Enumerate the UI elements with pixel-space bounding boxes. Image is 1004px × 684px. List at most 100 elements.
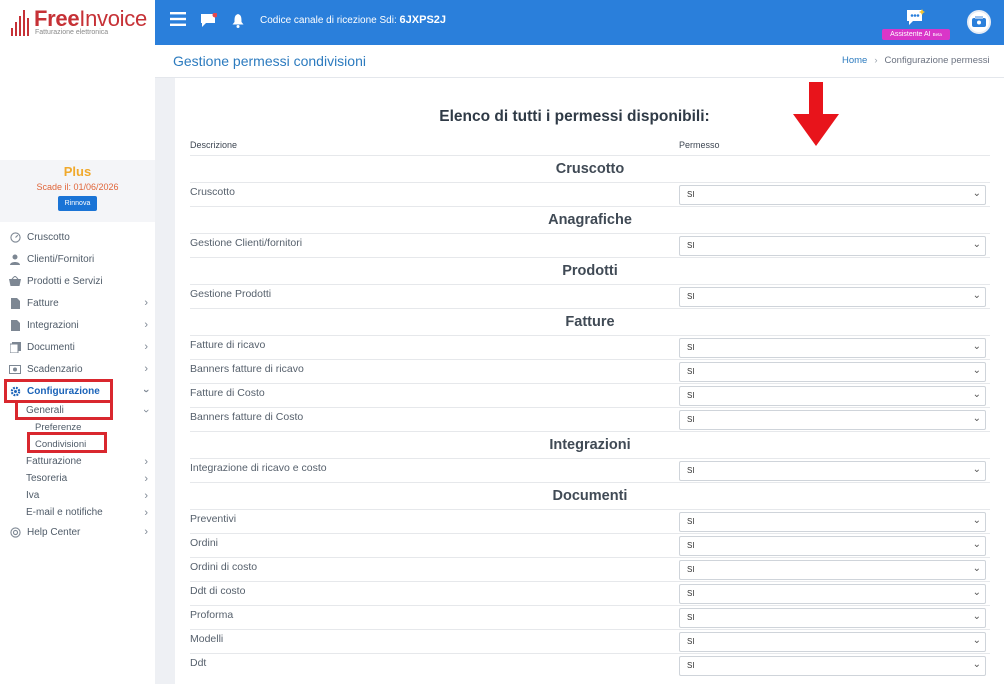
document-icon xyxy=(9,297,21,309)
permission-select[interactable]: SI ⌄ xyxy=(679,287,986,307)
basket-icon xyxy=(9,275,21,287)
chevron-down-icon: › xyxy=(140,409,153,413)
permission-row: Gestione Clienti/fornitori SI ⌄ xyxy=(190,233,990,257)
breadcrumb-home-link[interactable]: Home xyxy=(842,55,867,66)
sidebar-subitem-label: Tesoreria xyxy=(26,473,68,484)
permission-select-value: SI xyxy=(687,415,695,424)
chevron-down-icon: ⌄ xyxy=(972,389,981,400)
permission-select-value: SI xyxy=(687,292,695,301)
chevron-down-icon: ⌄ xyxy=(972,611,981,622)
bell-icon[interactable] xyxy=(232,14,250,32)
chevron-right-icon: › xyxy=(144,456,148,468)
sdi-channel-code: Codice canale di ricezione Sdi: 6JXPS2J xyxy=(260,14,446,26)
permission-row: Banners fatture di Costo SI ⌄ xyxy=(190,407,990,431)
permission-select[interactable]: SI ⌄ xyxy=(679,632,986,652)
chevron-down-icon: ⌄ xyxy=(972,239,981,250)
permission-select[interactable]: SI ⌄ xyxy=(679,338,986,358)
renew-button[interactable]: Rinnova xyxy=(57,196,98,211)
sdi-channel-label: Codice canale di ricezione Sdi: xyxy=(260,15,397,26)
chevron-right-icon: › xyxy=(144,363,148,375)
lifebuoy-icon xyxy=(9,526,21,538)
user-icon xyxy=(9,253,21,265)
highlight-condivisioni xyxy=(27,432,107,453)
permission-row: Ddt SI ⌄ xyxy=(190,653,990,677)
sidebar-subitem-label: Iva xyxy=(26,490,40,501)
ai-chat-icon xyxy=(906,9,926,25)
sidebar-item-help-center[interactable]: Help Center › xyxy=(0,521,155,543)
logo-bars-icon xyxy=(11,10,33,36)
section-heading: Fatture xyxy=(190,308,990,335)
hamburger-menu-icon[interactable] xyxy=(170,12,188,30)
sidebar-item-documenti[interactable]: Documenti › xyxy=(0,336,155,358)
permission-row: Gestione Prodotti SI ⌄ xyxy=(190,284,990,308)
permission-select-value: SI xyxy=(687,517,695,526)
annotation-arrow-down-icon xyxy=(793,82,839,146)
permission-select[interactable]: SI ⌄ xyxy=(679,560,986,580)
sidebar-item-fatture[interactable]: Fatture › xyxy=(0,292,155,314)
permission-row: Ddt di costo SI ⌄ xyxy=(190,581,990,605)
permission-select[interactable]: SI ⌄ xyxy=(679,512,986,532)
dashboard-icon xyxy=(9,231,21,243)
ai-assistant-label: Assistente AI Beta xyxy=(882,29,950,40)
sidebar-item-cruscotto[interactable]: Cruscotto xyxy=(0,226,155,248)
chat-icon[interactable] xyxy=(201,12,219,31)
sidebar-item-prodotti-servizi[interactable]: Prodotti e Servizi xyxy=(0,270,155,292)
sidebar-item-clienti-fornitori[interactable]: Clienti/Fornitori xyxy=(0,248,155,270)
chevron-down-icon: ⌄ xyxy=(972,188,981,199)
permissions-card: Elenco di tutti i permessi disponibili: … xyxy=(175,78,1004,684)
breadcrumb-separator: › xyxy=(874,55,878,66)
permission-select[interactable]: SI ⌄ xyxy=(679,410,986,430)
permission-select-value: SI xyxy=(687,391,695,400)
permission-select-value: SI xyxy=(687,241,695,250)
sidebar-subitem-tesoreria[interactable]: Tesoreria › xyxy=(0,470,155,487)
sidebar-subitem-iva[interactable]: Iva › xyxy=(0,487,155,504)
sidebar-item-label: Fatture xyxy=(27,297,59,309)
permission-row: Cruscotto SI ⌄ xyxy=(190,182,990,206)
sidebar-item-label: Integrazioni xyxy=(27,319,79,331)
permission-select-value: SI xyxy=(687,541,695,550)
permission-select[interactable]: SI ⌄ xyxy=(679,362,986,382)
money-icon xyxy=(9,363,21,375)
avatar[interactable] xyxy=(967,10,991,34)
permission-label: Banners fatture di ricavo xyxy=(190,363,304,375)
sidebar-item-scadenzario[interactable]: Scadenzario › xyxy=(0,358,155,380)
permission-row: Ordini di costo SI ⌄ xyxy=(190,557,990,581)
permission-select[interactable]: SI ⌄ xyxy=(679,236,986,256)
permission-select[interactable]: SI ⌄ xyxy=(679,185,986,205)
permission-label: Fatture di ricavo xyxy=(190,339,266,351)
brand-logo[interactable]: FreeInvoice Fatturazione elettronica xyxy=(8,6,153,42)
chevron-right-icon: › xyxy=(144,507,148,519)
sidebar-subitem-email-notifiche[interactable]: E-mail e notifiche › xyxy=(0,504,155,521)
chevron-right-icon: › xyxy=(144,526,148,538)
chevron-down-icon: ⌄ xyxy=(972,515,981,526)
brand-tagline: Fatturazione elettronica xyxy=(35,29,109,36)
chevron-down-icon: ⌄ xyxy=(972,587,981,598)
sdi-channel-value: 6JXPS2J xyxy=(399,14,447,26)
permission-label: Preventivi xyxy=(190,513,237,525)
chevron-right-icon: › xyxy=(144,473,148,485)
sidebar: FreeInvoice Fatturazione elettronica Plu… xyxy=(0,0,155,684)
permission-select-value: SI xyxy=(687,343,695,352)
permission-select[interactable]: SI ⌄ xyxy=(679,584,986,604)
sidebar-item-integrazioni[interactable]: Integrazioni › xyxy=(0,314,155,336)
sidebar-item-label: Prodotti e Servizi xyxy=(27,275,103,287)
permission-select[interactable]: SI ⌄ xyxy=(679,656,986,676)
documents-icon xyxy=(9,341,21,353)
permission-select[interactable]: SI ⌄ xyxy=(679,536,986,556)
sidebar-item-label: Help Center xyxy=(27,526,81,538)
top-bar: Codice canale di ricezione Sdi: 6JXPS2J … xyxy=(155,0,1004,45)
chevron-down-icon: ⌄ xyxy=(972,365,981,376)
permission-label: Modelli xyxy=(190,633,224,645)
plan-name: Plus xyxy=(63,164,92,179)
permission-select[interactable]: SI ⌄ xyxy=(679,386,986,406)
section-heading: Documenti xyxy=(190,482,990,509)
permission-label: Ordini di costo xyxy=(190,561,258,573)
permission-row: Banners fatture di ricavo SI ⌄ xyxy=(190,359,990,383)
chevron-down-icon: › xyxy=(140,389,153,393)
ai-assistant-button[interactable]: Assistente AI Beta xyxy=(880,7,950,41)
permission-select[interactable]: SI ⌄ xyxy=(679,461,986,481)
sidebar-subitem-fatturazione[interactable]: Fatturazione › xyxy=(0,453,155,470)
chevron-right-icon: › xyxy=(144,319,148,331)
permission-select[interactable]: SI ⌄ xyxy=(679,608,986,628)
chevron-down-icon: ⌄ xyxy=(972,341,981,352)
